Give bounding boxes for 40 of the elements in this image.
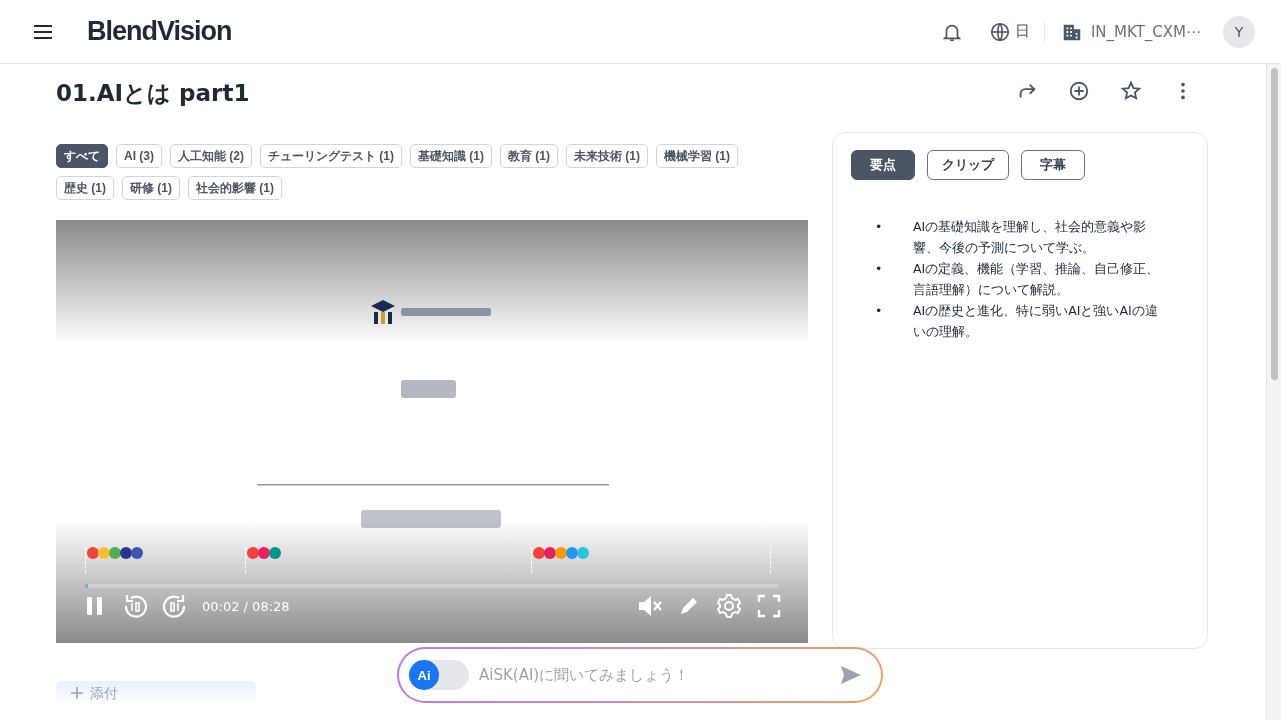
fullscreen-button[interactable] <box>756 593 782 619</box>
panel-tab[interactable]: 字幕 <box>1021 150 1085 180</box>
tag-filter[interactable]: 未来技術 (1) <box>566 144 648 168</box>
send-icon[interactable] <box>839 663 863 687</box>
brand-logo[interactable]: BlendVision <box>87 16 232 47</box>
panel-tab[interactable]: 要点 <box>851 150 915 180</box>
tag-filter[interactable]: 研修 (1) <box>122 176 180 200</box>
tag-filter[interactable]: 教育 (1) <box>500 144 558 168</box>
panel-tab[interactable]: クリップ <box>927 150 1009 180</box>
settings-button[interactable] <box>716 593 742 619</box>
user-avatar[interactable]: Y <box>1223 15 1255 48</box>
menu-icon[interactable] <box>33 24 53 39</box>
playback-time: 00:02 / 08:28 <box>202 598 290 614</box>
tag-filter[interactable]: 社会的影響 (1) <box>188 176 282 200</box>
forward-10-button[interactable] <box>162 593 188 619</box>
tag-filter[interactable]: すべて <box>56 144 108 168</box>
rewind-10-button[interactable] <box>122 593 148 619</box>
plus-icon <box>70 686 84 700</box>
globe-icon[interactable] <box>988 20 1011 43</box>
muted-speaker-button[interactable] <box>636 593 662 619</box>
summary-point: AIの基礎知識を理解し、社会的意義や影響、今後の予測について学ぶ。 <box>913 218 1148 257</box>
add-circle-icon[interactable] <box>1068 80 1090 102</box>
chat-field[interactable]: Ai AiSK(AI)に聞いてみましょう！ <box>397 647 883 703</box>
tag-filter[interactable]: 歴史 (1) <box>56 176 114 200</box>
tag-filter[interactable]: 人工知能 (2) <box>170 144 252 168</box>
summary-point: AIの定義、機能（学習、推論、自己修正、言語理解）について解説。 <box>913 260 1161 299</box>
summary-point: AIの歴史と進化、特に弱いAIと強いAIの違いの理解。 <box>913 302 1159 341</box>
language-label[interactable]: 日 <box>1014 22 1030 41</box>
tag-filter[interactable]: チューリングテスト (1) <box>260 144 402 168</box>
tag-filter[interactable]: 機械学習 (1) <box>656 144 738 168</box>
tag-filter[interactable]: AI (3) <box>116 144 162 168</box>
bullet-mark: • <box>874 260 884 278</box>
tag-filter[interactable]: 基礎知識 (1) <box>410 144 492 168</box>
organization-name[interactable]: IN_MKT_CXM⋯ <box>1090 22 1201 41</box>
star-icon[interactable] <box>1120 80 1142 102</box>
scrollbar[interactable] <box>1266 64 1281 720</box>
video-title: 01.AIとは part1 <box>56 78 250 108</box>
bullet-mark: • <box>874 218 884 236</box>
ai-toggle[interactable]: Ai <box>409 660 469 690</box>
bullet-mark: • <box>874 302 884 320</box>
